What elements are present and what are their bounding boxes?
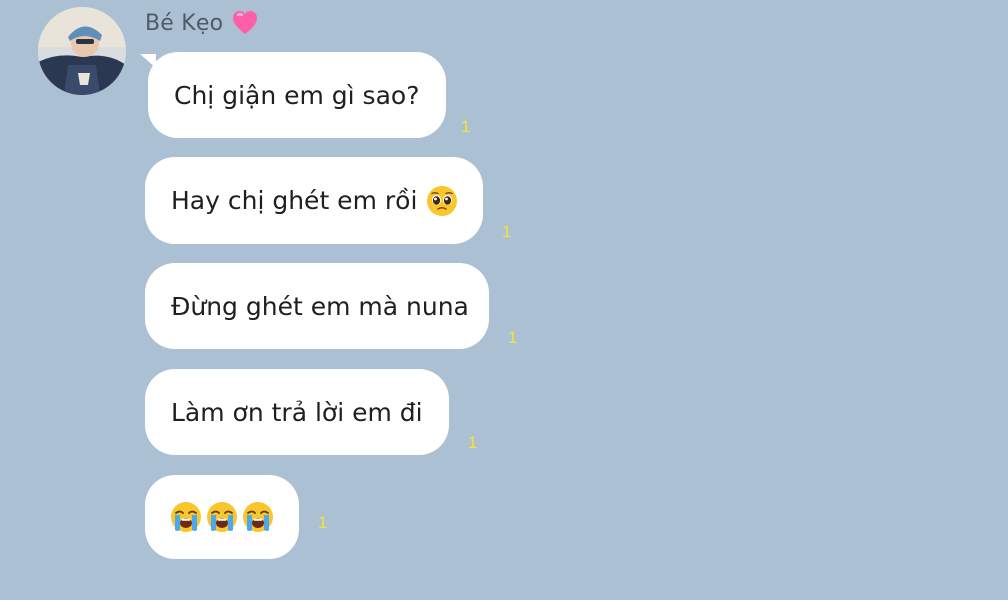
message-text: Hay chị ghét em rồi xyxy=(171,186,418,215)
message-bubble[interactable]: Chị giận em gì sao? xyxy=(140,52,446,138)
pink-heart-icon xyxy=(231,9,259,37)
message-bubble[interactable]: Hay chị ghét em rồi xyxy=(145,157,483,244)
sender-name-row: Bé Kẹo xyxy=(145,6,259,40)
unread-count: 1 xyxy=(508,328,518,347)
sender-avatar[interactable] xyxy=(38,7,126,95)
message-text: Làm ơn trả lời em đi xyxy=(171,397,423,427)
unread-count: 1 xyxy=(502,222,512,241)
message-bubble[interactable] xyxy=(145,475,299,559)
unread-count: 1 xyxy=(318,513,328,532)
message-text: Đừng ghét em mà nuna xyxy=(171,291,469,321)
message-bubble[interactable]: Làm ơn trả lời em đi xyxy=(145,369,449,455)
loudly-crying-face-icon xyxy=(169,500,203,534)
emoji-row xyxy=(169,500,275,534)
unread-count: 1 xyxy=(468,433,478,452)
loudly-crying-face-icon xyxy=(241,500,275,534)
loudly-crying-face-icon xyxy=(205,500,239,534)
sender-name: Bé Kẹo xyxy=(145,10,224,36)
pleading-face-icon xyxy=(425,184,459,218)
message-bubble[interactable]: Đừng ghét em mà nuna xyxy=(145,263,489,349)
unread-count: 1 xyxy=(461,117,471,136)
message-text: Chị giận em gì sao? xyxy=(174,80,420,110)
